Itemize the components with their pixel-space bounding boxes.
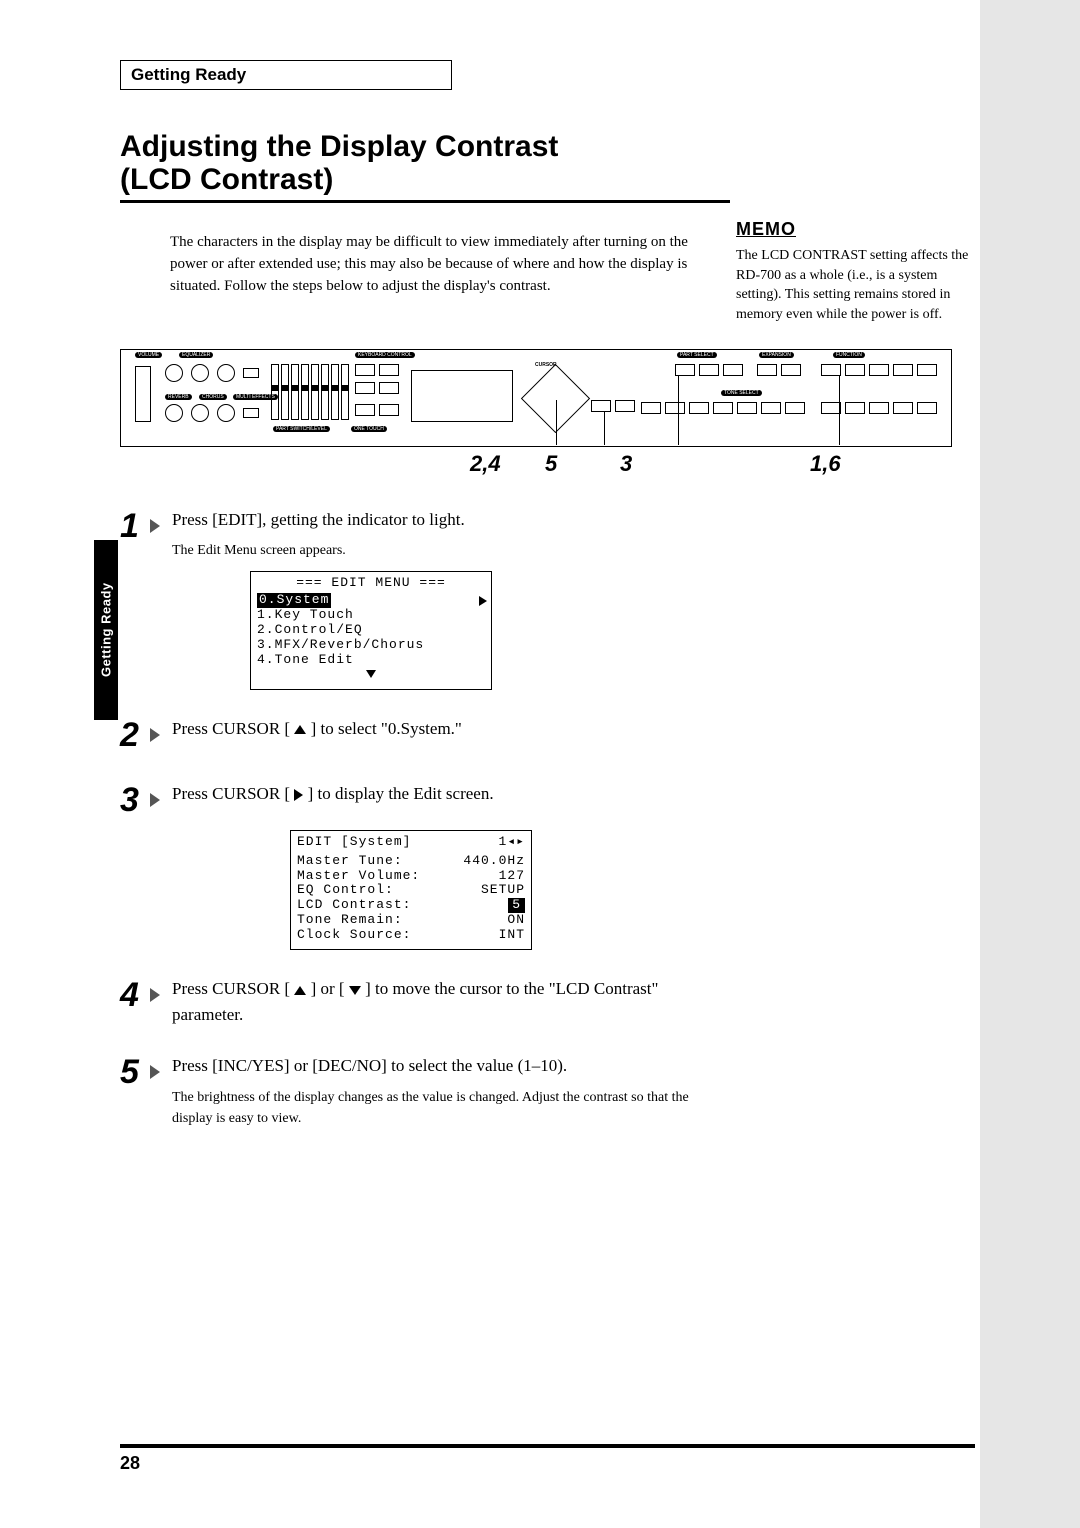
step-2: 2 Press CURSOR [ ] to select "0.System."	[120, 716, 1010, 755]
cursor-up-icon	[294, 725, 306, 734]
panel-label-expansion: EXPANSION	[759, 352, 794, 358]
front-panel-diagram: VOLUME EQUALIZER REVERB CHORUS MULTI EFF…	[120, 349, 952, 447]
step-1-text: Press [EDIT], getting the indicator to l…	[172, 510, 465, 529]
section-header-box: Getting Ready	[120, 60, 452, 90]
panel-label-reverb: REVERB	[165, 394, 192, 400]
panel-label-one-touch: ONE TOUCH	[351, 426, 387, 432]
footer-rule	[120, 1444, 975, 1448]
lcd2-r4-r: ON	[507, 913, 525, 928]
step-5-sub: The brightness of the display changes as…	[172, 1087, 732, 1129]
small-button-icon	[355, 364, 375, 376]
panel-label-part-switch: PART SWITCH/LEVEL	[273, 426, 330, 432]
panel-label-cursor: CURSOR	[535, 362, 557, 368]
step-number-1: 1	[120, 507, 162, 546]
knob-icon	[165, 404, 183, 422]
lcd1-title: === EDIT MENU ===	[257, 576, 485, 591]
cursor-down-icon	[349, 986, 361, 995]
lcd1-item-1: 1.Key Touch	[257, 608, 485, 623]
small-button-icon	[355, 404, 375, 416]
panel-label-volume: VOLUME	[135, 352, 162, 358]
cursor-right-icon	[294, 789, 303, 801]
panel-label-function: FUNCTION	[833, 352, 865, 358]
lcd2-r1-r: 127	[499, 869, 525, 884]
lcd2-r3-l: LCD Contrast:	[297, 898, 411, 913]
lcd2-r5-l: Clock Source:	[297, 928, 411, 943]
small-button-icon	[355, 382, 375, 394]
lcd2-title-right: 1	[499, 834, 508, 849]
small-button-icon	[591, 400, 611, 412]
knob-icon	[217, 404, 235, 422]
step-4: 4 Press CURSOR [ ] or [ ] to move the cu…	[120, 976, 1010, 1027]
lcd1-item-2: 2.Control/EQ	[257, 623, 485, 638]
title-line-1: Adjusting the Display Contrast	[120, 130, 558, 163]
cursor-up-icon	[294, 986, 306, 995]
page-number: 28	[120, 1453, 140, 1474]
page-title: Adjusting the Display Contrast (LCD Cont…	[120, 130, 1010, 196]
small-button-icon	[379, 364, 399, 376]
part-level-sliders	[271, 364, 349, 420]
lcd2-r5-r: INT	[499, 928, 525, 943]
panel-label-tone-select: TONE SELECT	[721, 390, 762, 396]
step-3-text-a: Press CURSOR [	[172, 784, 290, 803]
knob-icon	[165, 364, 183, 382]
volume-slider-icon	[135, 366, 151, 422]
side-tab: Getting Ready	[94, 540, 118, 720]
small-button-icon	[243, 368, 259, 378]
callout-1-6: 1,6	[810, 451, 841, 477]
lcd2-r4-l: Tone Remain:	[297, 913, 403, 928]
step-1: 1 Press [EDIT], getting the indicator to…	[120, 507, 1010, 562]
lcd-system-edit: EDIT [System] 1◂▸ Master Tune:440.0Hz Ma…	[290, 830, 532, 951]
lcd-display-outline	[411, 370, 513, 422]
step-1-sub: The Edit Menu screen appears.	[172, 540, 465, 561]
title-underline	[120, 200, 730, 203]
small-button-icon	[379, 382, 399, 394]
step-3: 3 Press CURSOR [ ] to display the Edit s…	[120, 781, 1010, 820]
title-line-2: (LCD Contrast)	[120, 163, 333, 196]
right-margin-band	[980, 0, 1080, 1528]
small-button-icon	[615, 400, 635, 412]
step-2-text-b: ] to select "0.System."	[311, 719, 462, 738]
right-arrow-icon	[479, 596, 487, 606]
panel-label-equalizer: EQUALIZER	[179, 352, 213, 358]
panel-label-keyboard-control: KEYBOARD CONTROL	[355, 352, 415, 358]
step-number-5: 5	[120, 1053, 162, 1092]
small-button-icon	[379, 404, 399, 416]
panel-label-part-select: PART SELECT	[677, 352, 717, 358]
lcd-edit-menu: === EDIT MENU === 0.System 1.Key Touch 2…	[250, 571, 492, 690]
small-button-icon	[243, 408, 259, 418]
step-2-text-a: Press CURSOR [	[172, 719, 290, 738]
down-arrow-icon	[257, 668, 485, 683]
step-number-2: 2	[120, 716, 162, 755]
step-5: 5 Press [INC/YES] or [DEC/NO] to select …	[120, 1053, 1010, 1129]
step-number-4: 4	[120, 976, 162, 1015]
step-number-3: 3	[120, 781, 162, 820]
step-3-text-b: ] to display the Edit screen.	[308, 784, 494, 803]
lcd2-r1-l: Master Volume:	[297, 869, 420, 884]
callout-2-4: 2,4	[470, 451, 501, 477]
step-5-text: Press [INC/YES] or [DEC/NO] to select th…	[172, 1056, 567, 1075]
section-header: Getting Ready	[131, 65, 246, 84]
step-4-text-b: ] or [	[311, 979, 345, 998]
lcd2-r2-l: EQ Control:	[297, 883, 394, 898]
panel-label-chorus: CHORUS	[199, 394, 227, 400]
lcd2-r2-r: SETUP	[481, 883, 525, 898]
diagram-callouts: 2,4 5 3 1,6	[120, 451, 950, 481]
intro-paragraph: The characters in the display may be dif…	[170, 232, 710, 297]
lcd2-title-left: EDIT [System]	[297, 835, 411, 850]
lcd2-r0-r: 440.0Hz	[463, 854, 525, 869]
lcd2-r0-l: Master Tune:	[297, 854, 403, 869]
knob-icon	[191, 404, 209, 422]
knob-icon	[191, 364, 209, 382]
memo-text: The LCD CONTRAST setting affects the RD-…	[736, 248, 968, 322]
lcd1-item-3: 3.MFX/Reverb/Chorus	[257, 638, 485, 653]
memo-box: MEMO The LCD CONTRAST setting affects th…	[736, 217, 986, 325]
callout-5: 5	[545, 451, 557, 477]
memo-label: MEMO	[736, 217, 986, 242]
lcd1-item-0: 0.System	[257, 593, 331, 608]
lcd1-item-4: 4.Tone Edit	[257, 653, 485, 668]
step-4-text-a: Press CURSOR [	[172, 979, 290, 998]
knob-icon	[217, 364, 235, 382]
lcd2-r3-r: 5	[508, 898, 525, 913]
callout-3: 3	[620, 451, 632, 477]
